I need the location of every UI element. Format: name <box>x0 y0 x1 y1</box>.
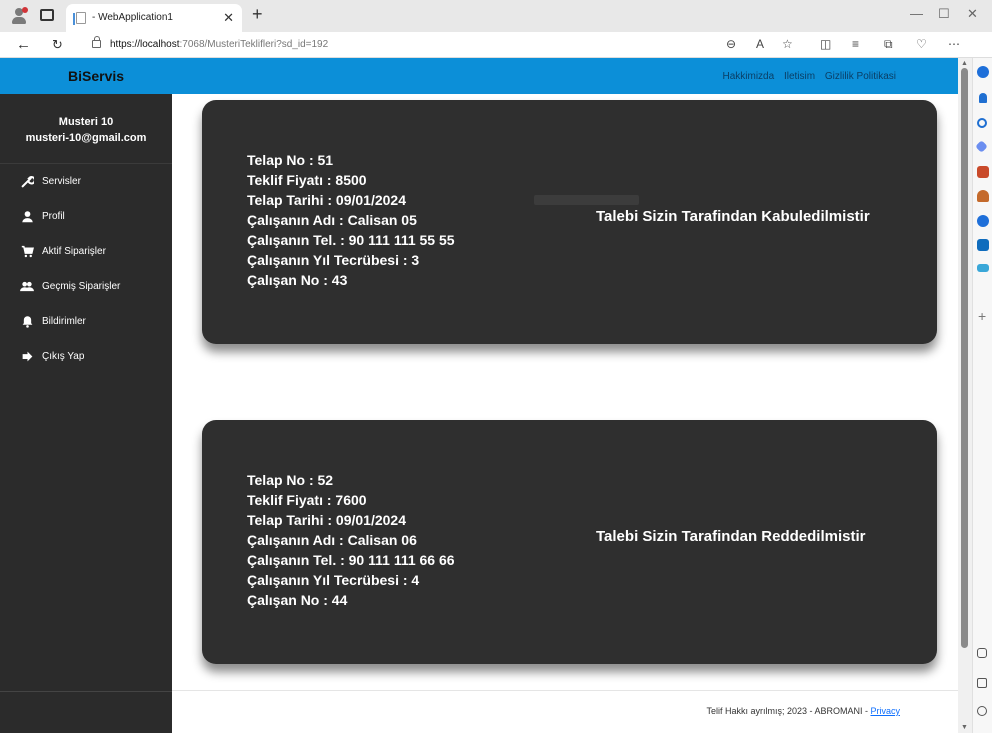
nav-link-gizlilik[interactable]: Gizlilik Politikasi <box>825 71 896 82</box>
new-tab-icon[interactable]: + <box>252 4 263 25</box>
add-sidebar-app-icon[interactable]: + <box>978 308 986 324</box>
logout-icon <box>20 350 34 364</box>
nav-links: Hakkimizda Iletisim Gizlilik Politikasi <box>716 71 897 82</box>
offer-status: Talebi Sizin Tarafindan Reddedilmistir <box>596 528 866 545</box>
teklif-fiyati: Teklif Fiyatı : 8500 <box>247 172 367 188</box>
sidebar-item-label: Aktif Siparişler <box>42 246 106 257</box>
sidebar-item-gecmis-siparisler[interactable]: Geçmiş Siparişler <box>0 277 172 312</box>
page-favicon-icon <box>73 12 86 25</box>
copilot-icon[interactable] <box>977 66 989 78</box>
read-aloud-icon[interactable]: A <box>756 37 764 51</box>
split-screen-icon[interactable]: ◫ <box>820 37 831 51</box>
external-link-icon[interactable] <box>977 678 987 688</box>
talep-tarihi: Telap Tarihi : 09/01/2024 <box>247 512 407 528</box>
sidebar: Musteri 10 musteri-10@gmail.com Servisle… <box>0 94 172 733</box>
cart-icon <box>20 245 34 259</box>
user-icon <box>20 210 34 224</box>
more-icon[interactable]: ⋯ <box>948 37 960 51</box>
maximize-button[interactable]: ☐ <box>938 6 950 22</box>
profile-icon[interactable] <box>10 7 28 25</box>
tab-close-icon[interactable]: ✕ <box>223 10 234 26</box>
browser-side-panel: + <box>972 58 992 733</box>
calisan-tel: Çalışanın Tel. : 90 111 111 66 66 <box>247 552 455 568</box>
favorites-icon[interactable]: ≡ <box>852 37 859 51</box>
talep-no: Telap No : 52 <box>247 472 334 488</box>
back-icon[interactable]: ← <box>16 36 31 53</box>
extensions-icon[interactable]: ♡ <box>916 37 927 51</box>
user-name: Musteri 10 <box>58 116 114 128</box>
offer-details: Telap No : 52 Teklif Fiyatı : 7600 Telap… <box>247 470 455 610</box>
offer-details: Telap No : 51 Teklif Fiyatı : 8500 Telap… <box>247 150 455 290</box>
calisan-adi: Çalışanın Adı : Calisan 05 <box>247 212 417 228</box>
talep-no: Telap No : 51 <box>247 152 334 168</box>
sidebar-menu: Servisler Profil Aktif Siparişler Geçmiş… <box>0 172 172 382</box>
sidebar-item-aktif-siparisler[interactable]: Aktif Siparişler <box>0 242 172 277</box>
sidebar-item-label: Bildirimler <box>42 316 86 327</box>
settings-gear-icon[interactable] <box>977 706 987 716</box>
offer-card: Telap No : 51 Teklif Fiyatı : 8500 Telap… <box>202 100 937 344</box>
browser-tab[interactable]: - WebApplication1 ✕ <box>66 4 242 32</box>
calisan-tel: Çalışanın Tel. : 90 111 111 55 55 <box>247 232 455 248</box>
zoom-icon[interactable]: ⊖ <box>726 37 736 51</box>
sidebar-item-servisler[interactable]: Servisler <box>0 172 172 207</box>
browser-tab-bar: - WebApplication1 ✕ + — ☐ ✕ <box>0 0 992 32</box>
close-window-button[interactable]: ✕ <box>967 6 978 22</box>
search-icon[interactable] <box>977 118 987 128</box>
page-scrollbar[interactable]: ▲ ▼ <box>958 58 972 733</box>
offer-status: Talebi Sizin Tarafindan Kabuledilmistir <box>596 208 870 225</box>
address-bar: ← ↻ https://localhost:7068/MusteriTeklif… <box>0 32 992 58</box>
office-icon[interactable] <box>977 215 989 227</box>
minimize-button[interactable]: — <box>910 6 923 21</box>
top-navbar: BiServis Hakkimizda Iletisim Gizlilik Po… <box>0 58 958 94</box>
nav-link-hakkimizda[interactable]: Hakkimizda <box>723 71 775 82</box>
scrollbar-thumb[interactable] <box>961 68 968 648</box>
calisan-adi: Çalışanın Adı : Calisan 06 <box>247 532 417 548</box>
refresh-icon[interactable]: ↻ <box>52 37 63 53</box>
wrench-icon <box>20 175 36 189</box>
user-info: Musteri 10 musteri-10@gmail.com <box>0 94 172 164</box>
sidebar-item-label: Profil <box>42 211 65 222</box>
calisan-no: Çalışan No : 43 <box>247 272 348 288</box>
offer-card: Telap No : 52 Teklif Fiyatı : 7600 Telap… <box>202 420 937 664</box>
sidebar-item-label: Çıkış Yap <box>42 351 85 362</box>
teklif-fiyati: Teklif Fiyatı : 7600 <box>247 492 367 508</box>
bell-icon <box>20 315 34 329</box>
games-icon[interactable] <box>977 190 989 202</box>
user-email: musteri-10@gmail.com <box>25 132 147 144</box>
sidebar-item-label: Geçmiş Siparişler <box>42 281 121 292</box>
sidebar-toggle-icon[interactable] <box>977 648 987 658</box>
brand-logo[interactable]: BiServis <box>68 68 124 84</box>
drop-icon[interactable] <box>977 264 989 272</box>
url-input[interactable]: https://localhost:7068/MusteriTeklifleri… <box>110 39 328 50</box>
tooltip-shadow <box>534 195 639 205</box>
calisan-no: Çalışan No : 44 <box>247 592 348 608</box>
calisan-tecrube: Çalışanın Yıl Tecrübesi : 3 <box>247 252 420 268</box>
sidebar-item-cikis-yap[interactable]: Çıkış Yap <box>0 347 172 382</box>
talep-tarihi: Telap Tarihi : 09/01/2024 <box>247 192 407 208</box>
sidebar-item-bildirimler[interactable]: Bildirimler <box>0 312 172 347</box>
tools-icon[interactable] <box>977 166 989 178</box>
web-page: BiServis Hakkimizda Iletisim Gizlilik Po… <box>0 58 958 733</box>
tab-title: - WebApplication1 <box>92 12 173 23</box>
sidebar-item-profil[interactable]: Profil <box>0 207 172 242</box>
scroll-up-icon[interactable]: ▲ <box>961 60 968 67</box>
tab-actions-icon[interactable] <box>40 9 54 21</box>
tag-icon[interactable] <box>975 140 988 153</box>
users-icon <box>20 280 34 294</box>
lock-icon[interactable] <box>92 36 101 48</box>
sidebar-footer <box>0 691 172 733</box>
nav-link-iletisim[interactable]: Iletisim <box>784 71 815 82</box>
favorite-star-icon[interactable]: ☆ <box>782 37 793 51</box>
scroll-down-icon[interactable]: ▼ <box>961 724 968 731</box>
page-footer: Telif Hakkı ayrılmış; 2023 - ABROMANI - … <box>172 690 958 733</box>
outlook-icon[interactable] <box>977 239 989 251</box>
calisan-tecrube: Çalışanın Yıl Tecrübesi : 4 <box>247 572 420 588</box>
sidebar-item-label: Servisler <box>42 176 81 187</box>
privacy-link[interactable]: Privacy <box>870 706 900 716</box>
footer-text: Telif Hakkı ayrılmış; 2023 - ABROMANI - … <box>706 706 900 716</box>
collections-icon[interactable]: ⧉ <box>884 37 893 52</box>
bell-icon[interactable] <box>979 93 987 103</box>
